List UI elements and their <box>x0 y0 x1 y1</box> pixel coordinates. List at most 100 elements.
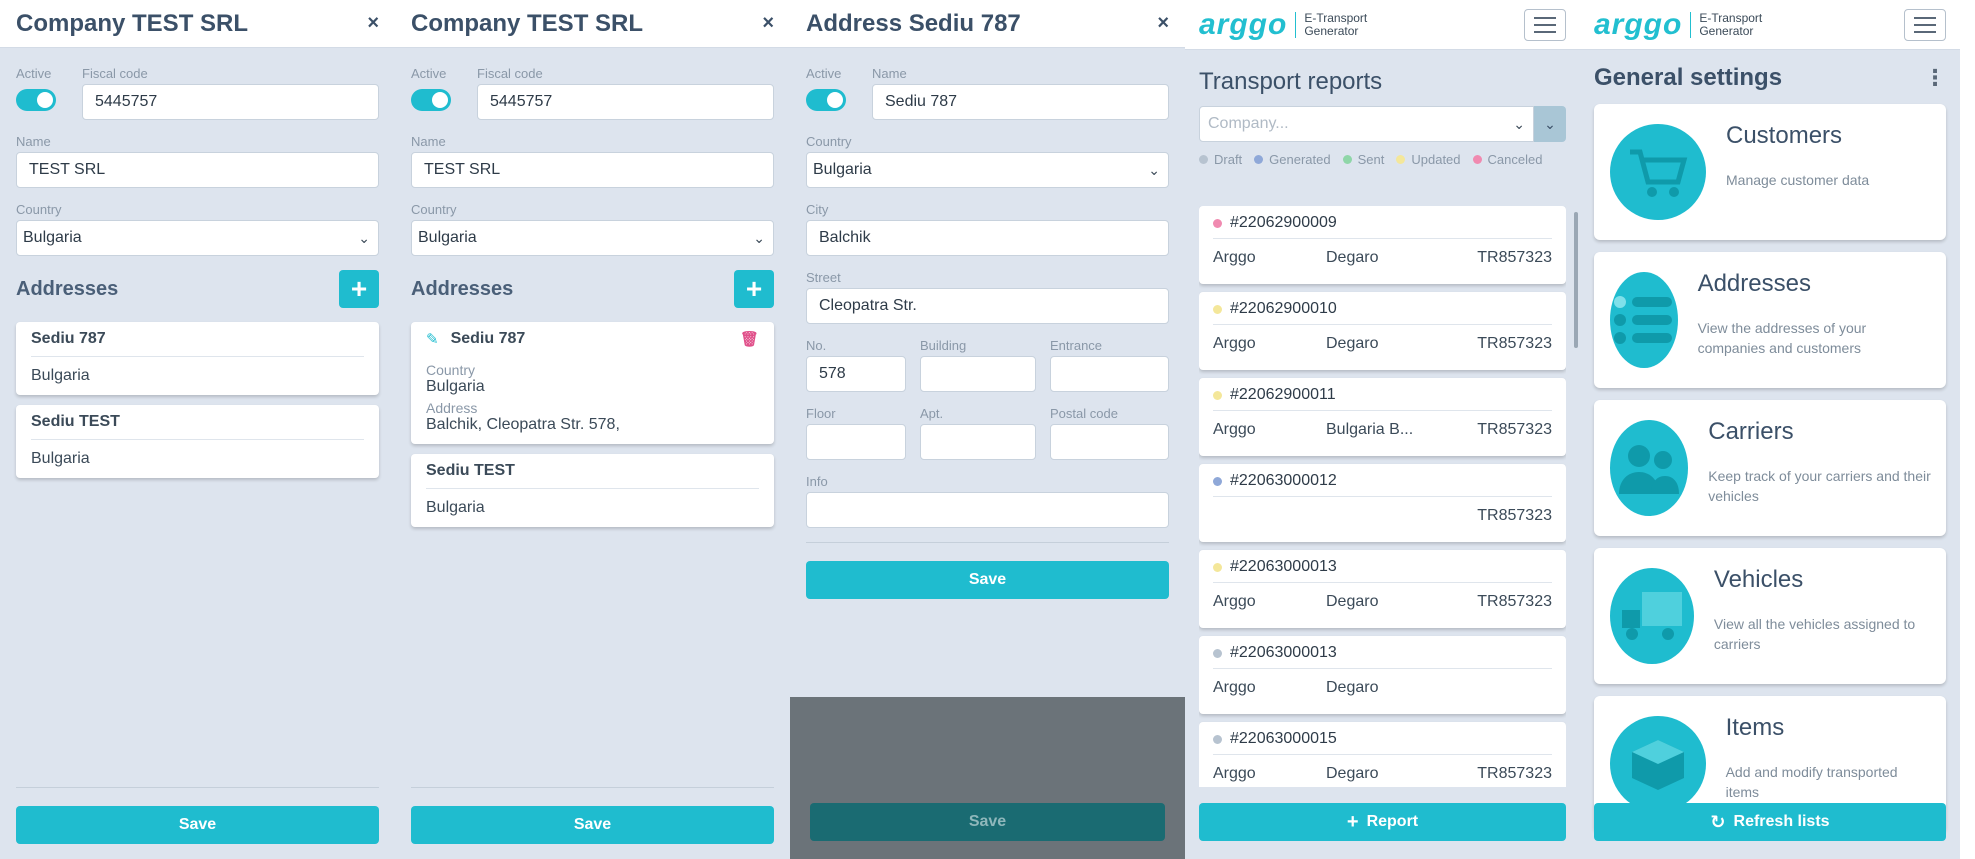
legend-item: Canceled <box>1472 152 1542 167</box>
apt-input[interactable] <box>920 424 1036 460</box>
fiscal-code-input[interactable]: 5445757 <box>477 84 774 120</box>
legend-label: Sent <box>1357 152 1385 167</box>
address-card[interactable]: Sediu TEST Bulgaria <box>411 454 774 527</box>
country-select[interactable]: Bulgaria ⌄ <box>806 152 1169 188</box>
report-list[interactable]: #22062900009 Arggo Degaro TR857323 #22062900… <box>1199 206 1566 787</box>
save-button[interactable]: Save <box>411 806 774 844</box>
plus-icon: + <box>1346 810 1359 833</box>
address-card[interactable]: Sediu 787 Bulgaria <box>16 322 379 395</box>
settings-card-carriers[interactable]: Carriers Keep track of your carriers and … <box>1594 400 1946 536</box>
list-icon <box>1610 272 1678 368</box>
active-toggle[interactable] <box>16 89 56 111</box>
screen: Company TEST SRL × Active Fiscal code 54… <box>0 0 1975 859</box>
report-company: Arggo <box>1213 421 1256 438</box>
settings-card-customers[interactable]: Customers Manage customer data <box>1594 104 1946 240</box>
scrollbar[interactable] <box>1574 212 1578 348</box>
info-label: Info <box>806 474 828 489</box>
name-label: Name <box>872 66 907 81</box>
entrance-input[interactable] <box>1050 356 1169 392</box>
close-icon[interactable]: × <box>762 12 774 35</box>
close-icon[interactable]: × <box>367 12 379 35</box>
name-input[interactable]: TEST SRL <box>16 152 379 188</box>
card-title: Vehicles <box>1713 566 1804 593</box>
report-company <box>1213 507 1326 525</box>
company-dropdown-button[interactable]: ⌄ <box>1534 106 1566 142</box>
entrance-label: Entrance <box>1050 338 1103 353</box>
report-id: #22063000012 <box>1230 472 1337 489</box>
legend-item: Updated <box>1396 152 1461 167</box>
report-card[interactable]: #22063000013 Arggo Degaro <box>1199 636 1566 714</box>
report-fields: Arggo Degaro TR857323 <box>1213 765 1552 783</box>
report-id: #22063000013 <box>1230 644 1337 661</box>
report-vehicle <box>1439 679 1552 697</box>
report-card[interactable]: #22063000013 Arggo Degaro TR857323 <box>1199 550 1566 628</box>
fiscal-code-input[interactable]: 5445757 <box>82 84 379 120</box>
report-card[interactable]: #22063000015 Arggo Degaro TR857323 <box>1199 722 1566 787</box>
hamburger-menu-icon[interactable] <box>1524 8 1566 41</box>
panel-header: Company TEST SRL × <box>0 0 395 48</box>
more-vertical-icon[interactable]: ⋮ <box>1924 65 1946 91</box>
country-select[interactable]: Bulgaria ⌄ <box>411 220 774 256</box>
addresses-heading: Addresses <box>16 277 119 300</box>
street-input[interactable]: Cleopatra Str. <box>806 288 1169 324</box>
settings-card-vehicles[interactable]: Vehicles View all the vehicles assigned t… <box>1594 548 1946 684</box>
floor-input[interactable] <box>806 424 906 460</box>
trash-icon[interactable]: 🗑 <box>740 330 759 348</box>
active-toggle[interactable] <box>411 89 451 111</box>
report-vehicle: TR857323 <box>1477 249 1552 266</box>
settings-card-addresses[interactable]: Addresses View the addresses of your comp… <box>1594 252 1946 388</box>
pencil-icon[interactable]: ✎ <box>426 330 439 348</box>
city-input[interactable]: Balchik <box>806 220 1169 256</box>
report-card[interactable]: #22063000012 TR857323 <box>1199 464 1566 542</box>
add-report-button[interactable]: + Report <box>1199 803 1566 841</box>
postal-code-input[interactable] <box>1050 424 1169 460</box>
report-company: Arggo <box>1213 335 1256 352</box>
country-value: Bulgaria <box>426 378 485 395</box>
close-icon[interactable]: × <box>1157 12 1169 35</box>
name-label: Name <box>16 134 51 149</box>
address-title: Sediu TEST <box>426 462 759 489</box>
name-input[interactable]: Sediu 787 <box>872 84 1169 120</box>
street-label: Street <box>806 270 841 285</box>
truck-icon <box>1610 568 1694 664</box>
status-dot-icon <box>1213 218 1222 228</box>
info-input[interactable] <box>806 492 1169 528</box>
report-customer: Degaro <box>1326 679 1379 696</box>
active-toggle[interactable] <box>806 89 846 111</box>
panel-title: Company TEST SRL <box>411 9 644 37</box>
add-address-button[interactable]: + <box>339 270 379 308</box>
building-input[interactable] <box>920 356 1036 392</box>
panel-title: Address Sediu 787 <box>806 9 1021 37</box>
save-button[interactable]: Save <box>806 561 1169 599</box>
name-input[interactable]: TEST SRL <box>411 152 774 188</box>
company-select[interactable]: Company... ⌄ <box>1199 106 1534 142</box>
hamburger-menu-icon[interactable] <box>1904 8 1946 41</box>
report-fields: Arggo Degaro TR857323 <box>1213 249 1552 267</box>
logo-subtitle-line1: E-Transport <box>1699 10 1763 25</box>
save-button[interactable]: Save <box>16 806 379 844</box>
postal-code-label: Postal code <box>1050 406 1118 421</box>
address-title: Sediu 787 <box>31 330 364 357</box>
report-company: Arggo <box>1213 249 1256 266</box>
refresh-lists-button[interactable]: ↻ Refresh lists <box>1594 803 1946 841</box>
company-filter[interactable]: Company... ⌄ ⌄ <box>1199 106 1566 142</box>
status-dot-icon <box>1213 476 1222 486</box>
report-card[interactable]: #22062900010 Arggo Degaro TR857323 <box>1199 292 1566 370</box>
address-card[interactable]: Sediu TEST Bulgaria <box>16 405 379 478</box>
address-card-expanded[interactable]: ✎ Sediu 787 🗑 Country Bulgaria Address B… <box>411 322 774 444</box>
report-fields: TR857323 <box>1213 507 1552 525</box>
panel-header: Address Sediu 787 × <box>790 0 1185 48</box>
report-card[interactable]: #22062900011 Arggo Bulgaria B... TR857323 <box>1199 378 1566 456</box>
country-label: Country <box>16 202 62 217</box>
logo-subtitle-line1: E-Transport <box>1304 10 1368 25</box>
report-card[interactable]: #22062900009 Arggo Degaro TR857323 <box>1199 206 1566 284</box>
report-fields: Arggo Degaro <box>1213 679 1552 697</box>
number-input[interactable]: 578 <box>806 356 906 392</box>
country-select[interactable]: Bulgaria ⌄ <box>16 220 379 256</box>
refresh-button-label: Refresh lists <box>1733 813 1830 830</box>
status-dot-icon <box>1396 155 1406 164</box>
report-company: Arggo <box>1213 593 1256 610</box>
chevron-down-icon: ⌄ <box>358 229 370 246</box>
add-address-button[interactable]: + <box>734 270 774 308</box>
logo-subtitle: E-Transport Generator <box>1690 10 1763 38</box>
